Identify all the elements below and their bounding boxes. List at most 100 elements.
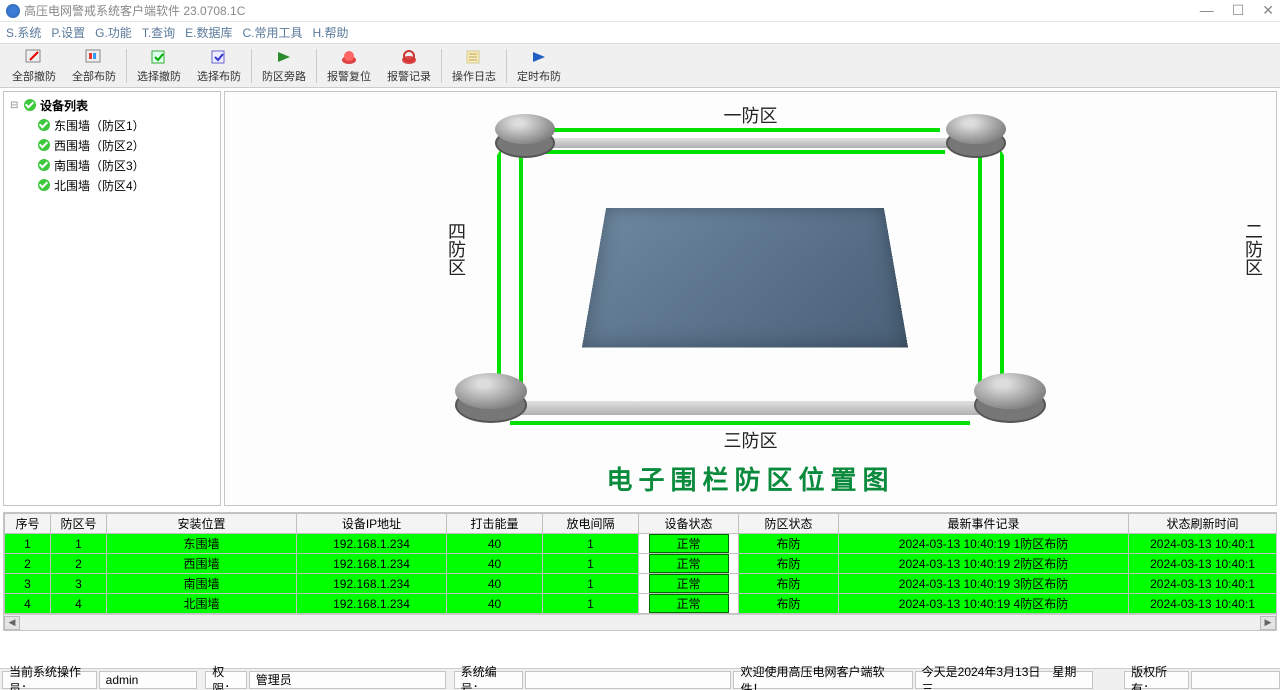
tree-item-label: 北围墙（防区4） [54,177,145,194]
toolbar: 全部撤防 全部布防 选择撤防 选择布防 防区旁路 报警复位 报警记录 操作日志 … [0,44,1280,88]
zone-label-right: 二防区 [1240,222,1266,276]
zone-label-bottom: 三防区 [724,427,778,453]
scroll-left-icon[interactable]: ◀ [4,616,20,630]
disarm-sel-icon [149,48,169,67]
post [946,114,1006,144]
th-loc[interactable]: 安装位置 [107,514,297,534]
btn-oper-log[interactable]: 操作日志 [444,46,504,86]
zone-label-left: 四防区 [443,222,469,276]
th-zs[interactable]: 防区状态 [739,514,839,534]
check-icon [38,119,50,131]
zone-label-top: 一防区 [724,102,778,128]
menubar: S.系统 P.设置 G.功能 T.查询 E.数据库 C.常用工具 H.帮助 [0,22,1280,44]
window-title: 高压电网警戒系统客户端软件 23.0708.1C [24,2,1200,19]
menu-help[interactable]: H.帮助 [313,24,349,41]
btn-disarm-all[interactable]: 全部撤防 [4,46,64,86]
arm-all-icon [84,48,104,67]
statusbar: 当前系统操作员： admin 权限： 管理员 系统编号： 欢迎使用高压电网客户端… [0,668,1280,690]
menu-settings[interactable]: P.设置 [51,24,85,41]
btn-disarm-sel-label: 选择撤防 [137,68,181,84]
table-row[interactable]: 22西围墙192.168.1.234401正常布防2024-03-13 10:4… [5,554,1277,574]
status-operator-label: 当前系统操作员： [2,671,97,689]
post [974,373,1046,409]
status-copyright-label: 版权所有： [1124,671,1189,689]
device-tree[interactable]: ⊟ 设备列表 东围墙（防区1） 西围墙（防区2） 南围墙（防区3） 北围墙（防区… [3,91,221,506]
check-icon [38,139,50,151]
check-icon [38,159,50,171]
btn-disarm-all-label: 全部撤防 [12,68,56,84]
post [455,373,527,409]
status-sysno-label: 系统编号： [454,671,523,689]
menu-database[interactable]: E.数据库 [185,24,232,41]
tree-item-zone1[interactable]: 东围墙（防区1） [38,116,220,134]
fence-line [1000,149,1004,396]
table-row[interactable]: 11东围墙192.168.1.234401正常布防2024-03-13 10:4… [5,534,1277,554]
status-date: 今天是2024年3月13日 星期三 [915,671,1093,689]
tree-root[interactable]: ⊟ 设备列表 [10,96,220,114]
btn-oper-log-label: 操作日志 [452,68,496,84]
btn-disarm-sel[interactable]: 选择撤防 [129,46,189,86]
status-copyright [1191,671,1280,689]
status-priv-label: 权限： [205,671,247,689]
alarm-log-icon [399,48,419,67]
fence-line [978,149,982,396]
minimize-button[interactable]: — [1200,2,1214,19]
titlebar: 高压电网警戒系统客户端软件 23.0708.1C — ☐ ✕ [0,0,1280,22]
wall [525,138,955,148]
menu-function[interactable]: G.功能 [95,24,132,41]
check-icon [24,99,36,111]
th-gap[interactable]: 放电间隔 [543,514,639,534]
schedule-icon [529,48,549,67]
btn-arm-all-label: 全部布防 [72,68,116,84]
th-ts[interactable]: 状态刷新时间 [1129,514,1277,534]
status-table: 序号 防区号 安装位置 设备IP地址 打击能量 放电间隔 设备状态 防区状态 最… [3,512,1277,631]
status-operator: admin [99,671,198,689]
th-dev[interactable]: 设备状态 [639,514,739,534]
btn-arm-sel-label: 选择布防 [197,68,241,84]
btn-arm-all[interactable]: 全部布防 [64,46,124,86]
app-icon [6,4,20,18]
btn-alarm-reset-label: 报警复位 [327,68,371,84]
tree-root-label: 设备列表 [40,97,88,114]
close-button[interactable]: ✕ [1262,2,1274,19]
status-welcome: 欢迎使用高压电网客户端软件！ [733,671,912,689]
btn-alarm-log-label: 报警记录 [387,68,431,84]
zone-diagram: 一防区 四防区 二防区 三防区 电子围栏防区位置图 [224,91,1277,506]
menu-query[interactable]: T.查询 [142,24,175,41]
scroll-right-icon[interactable]: ▶ [1260,616,1276,630]
post [495,114,555,144]
horizontal-scrollbar[interactable]: ◀ ▶ [4,614,1276,630]
table-row[interactable]: 33南围墙192.168.1.234401正常布防2024-03-13 10:4… [5,574,1277,594]
btn-alarm-reset[interactable]: 报警复位 [319,46,379,86]
th-zone[interactable]: 防区号 [51,514,107,534]
tree-item-zone3[interactable]: 南围墙（防区3） [38,156,220,174]
btn-bypass[interactable]: 防区旁路 [254,46,314,86]
btn-schedule[interactable]: 定时布防 [509,46,569,86]
btn-arm-sel[interactable]: 选择布防 [189,46,249,86]
th-ip[interactable]: 设备IP地址 [297,514,447,534]
btn-schedule-label: 定时布防 [517,68,561,84]
bypass-icon [274,48,294,67]
table-row[interactable]: 44北围墙192.168.1.234401正常布防2024-03-13 10:4… [5,594,1277,614]
menu-system[interactable]: S.系统 [6,24,41,41]
btn-alarm-log[interactable]: 报警记录 [379,46,439,86]
tree-item-zone4[interactable]: 北围墙（防区4） [38,176,220,194]
menu-tools[interactable]: C.常用工具 [243,24,303,41]
tree-item-label: 南围墙（防区3） [54,157,145,174]
tree-item-label: 东围墙（防区1） [54,117,145,134]
btn-bypass-label: 防区旁路 [262,68,306,84]
disarm-all-icon [24,48,44,67]
th-energy[interactable]: 打击能量 [447,514,543,534]
arm-sel-icon [209,48,229,67]
fence-line [497,149,501,396]
tree-item-zone2[interactable]: 西围墙（防区2） [38,136,220,154]
maximize-button[interactable]: ☐ [1232,2,1245,19]
status-priv: 管理员 [249,671,446,689]
tree-item-label: 西围墙（防区2） [54,137,145,154]
status-sysno [525,671,732,689]
th-seq[interactable]: 序号 [5,514,51,534]
th-event[interactable]: 最新事件记录 [839,514,1129,534]
collapse-icon[interactable]: ⊟ [10,100,20,111]
alarm-reset-icon [339,48,359,67]
fence-line [519,149,523,396]
